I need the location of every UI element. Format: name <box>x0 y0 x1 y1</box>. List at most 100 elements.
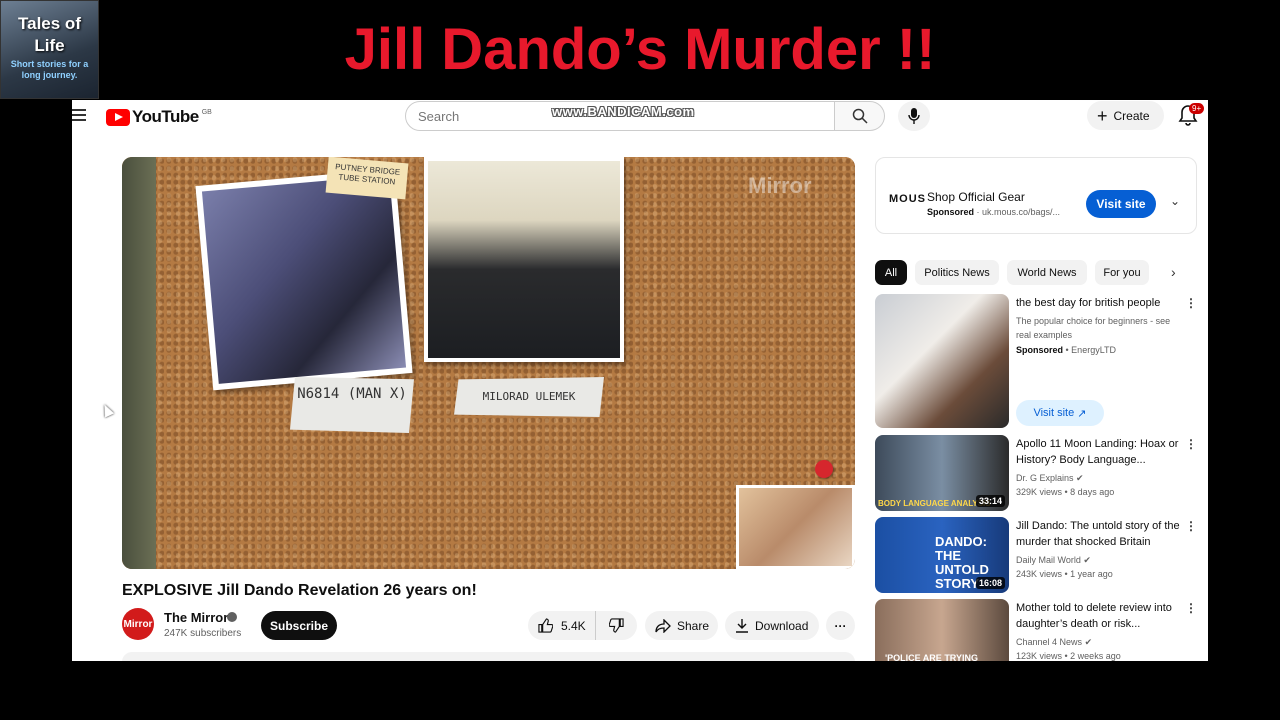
video-thumbnail[interactable]: BODY LANGUAGE ANALYSIS 33:14 <box>875 435 1009 511</box>
visit-site-label: Visit site <box>1033 407 1075 419</box>
advertiser-logo: MOUS <box>889 193 926 205</box>
rec-title[interactable]: Apollo 11 Moon Landing: Hoax or History?… <box>1016 436 1186 468</box>
video-player[interactable]: PUTNEY BRIDGE TUBE STATION N6814 (MAN X)… <box>122 157 855 569</box>
rec-channel: Channel 4 News ✔ <box>1016 635 1092 649</box>
duration-badge: 33:14 <box>975 495 1005 507</box>
like-button[interactable]: 5.4K <box>528 611 596 640</box>
voice-search-button[interactable] <box>898 101 930 131</box>
like-count: 5.4K <box>561 618 586 633</box>
rec-title[interactable]: the best day for british people <box>1016 295 1186 311</box>
download-label: Download <box>755 618 809 633</box>
ad-card[interactable]: MOUS Shop Official Gear Sponsored · uk.m… <box>875 157 1197 234</box>
ad-sponsored-line: Sponsored · uk.mous.co/bags/... <box>927 207 1061 217</box>
chevron-right-icon[interactable]: › <box>1171 264 1176 280</box>
rec-channel: Daily Mail World ✔ <box>1016 553 1091 567</box>
more-options-icon[interactable]: ⋮ <box>1185 519 1197 533</box>
rec-visit-site-button[interactable]: Visit site ↗ <box>1016 400 1104 426</box>
recommendation-item[interactable]: DANDO: THE UNTOLD STORY 16:08 Jill Dando… <box>875 517 1205 593</box>
rec-stats: 329K views • 8 days ago <box>1016 487 1115 497</box>
rec-channel-name: Dr. G Explains <box>1016 473 1074 483</box>
download-button[interactable]: Download <box>725 611 819 640</box>
youtube-play-icon <box>106 108 130 126</box>
recommendation-item[interactable]: 'POLICE ARE TRYING Mother told to delete… <box>875 599 1205 661</box>
rec-title[interactable]: Jill Dando: The untold story of the murd… <box>1016 518 1186 550</box>
push-pin-icon <box>815 460 833 478</box>
external-link-icon: ↗ <box>1077 407 1087 420</box>
search-icon <box>852 108 868 124</box>
plus-icon: + <box>1097 105 1108 126</box>
create-label: Create <box>1113 108 1150 123</box>
channel-name[interactable]: The Mirror <box>164 610 228 625</box>
recommendation-ad[interactable]: the best day for british people The popu… <box>875 294 1205 430</box>
chip-world-news[interactable]: World News <box>1007 260 1087 285</box>
more-options-icon[interactable]: ⋮ <box>1185 601 1197 615</box>
thumbnail-caption: BODY LANGUAGE ANALYSIS <box>878 499 991 508</box>
more-actions-icon[interactable]: ··· <box>826 611 855 640</box>
label-ulemek: MILORAD ULEMEK <box>454 377 604 417</box>
chip-politics-news[interactable]: Politics News <box>915 260 999 285</box>
search-input[interactable] <box>406 102 834 130</box>
chevron-down-icon[interactable]: ⌄ <box>1170 194 1180 208</box>
chip-for-you[interactable]: For you <box>1095 260 1149 285</box>
subscribe-button[interactable]: Subscribe <box>261 611 337 640</box>
rec-stats: 123K views • 2 weeks ago <box>1016 651 1121 661</box>
overlay-headline: Jill Dando’s Murder !! <box>344 17 936 82</box>
filter-chips: All Politics News World News For you › <box>875 260 1197 285</box>
advertiser-name: • EnergyLTD <box>1065 345 1117 355</box>
dislike-button[interactable] <box>596 618 636 633</box>
sponsored-label: Sponsored <box>927 207 975 217</box>
more-options-icon[interactable]: ⋮ <box>1185 296 1197 310</box>
pinned-photo-soldier <box>424 157 624 362</box>
download-icon <box>736 619 748 633</box>
rec-channel: Dr. G Explains ✔ <box>1016 471 1084 485</box>
region-code: GB <box>201 108 212 116</box>
rec-title[interactable]: Mother told to delete review into daught… <box>1016 600 1186 632</box>
create-button[interactable]: + Create <box>1087 101 1164 130</box>
youtube-wordmark: YouTube <box>132 107 199 126</box>
mirror-watermark: Mirror <box>748 173 812 198</box>
ad-thumbnail[interactable] <box>875 294 1009 428</box>
rec-ad-sponsor: Sponsored • EnergyLTD <box>1016 343 1116 357</box>
ad-title: Shop Official Gear <box>927 190 1025 204</box>
ad-url: uk.mous.co/bags/... <box>982 207 1061 217</box>
recommendation-item[interactable]: BODY LANGUAGE ANALYSIS 33:14 Apollo 11 M… <box>875 435 1205 511</box>
sponsored-label: Sponsored <box>1016 345 1064 355</box>
youtube-logo[interactable]: YouTube GB <box>106 107 212 127</box>
verified-icon <box>227 612 237 622</box>
video-thumbnail[interactable]: DANDO: THE UNTOLD STORY 16:08 <box>875 517 1009 593</box>
share-button[interactable]: Share <box>645 611 718 640</box>
video-title: EXPLOSIVE Jill Dando Revelation 26 years… <box>122 582 477 599</box>
subscriber-count: 247K subscribers <box>164 628 242 639</box>
thumbs-down-icon <box>608 618 624 633</box>
more-options-icon[interactable]: ⋮ <box>1185 437 1197 451</box>
station-tag: PUTNEY BRIDGE TUBE STATION <box>325 157 409 200</box>
like-dislike-group: 5.4K <box>528 611 637 640</box>
share-label: Share <box>677 618 710 633</box>
screen: Tales of Life Short stories for a long j… <box>0 0 1280 720</box>
search-button[interactable] <box>835 101 885 131</box>
microphone-icon <box>908 108 920 124</box>
rec-ad-description: The popular choice for beginners - see r… <box>1016 316 1171 340</box>
chip-all[interactable]: All <box>875 260 907 285</box>
verified-icon: ✔ <box>1084 637 1093 647</box>
youtube-window: YouTube GB www.BANDICAM.com + Create 9+ … <box>72 100 1208 661</box>
verified-icon: ✔ <box>1083 555 1091 565</box>
menu-icon[interactable] <box>72 109 86 121</box>
rec-channel-name: Daily Mail World <box>1016 555 1081 565</box>
pinned-photo-suspect <box>195 168 413 391</box>
thumbs-up-icon <box>538 618 553 633</box>
notification-count-badge: 9+ <box>1189 103 1205 114</box>
video-edge-strip <box>122 157 156 569</box>
verified-icon: ✔ <box>1076 473 1084 483</box>
video-thumbnail[interactable]: 'POLICE ARE TRYING <box>875 599 1009 661</box>
channel-avatar[interactable]: Mirror <box>122 608 154 640</box>
corner-photo <box>736 485 855 569</box>
ad-visit-site-button[interactable]: Visit site <box>1086 190 1156 218</box>
description-box[interactable] <box>122 652 855 661</box>
share-icon <box>655 618 671 633</box>
label-n6814: N6814 (MAN X) <box>290 377 414 433</box>
search-box <box>405 101 835 131</box>
rec-channel-name: Channel 4 News <box>1016 637 1083 647</box>
thumbnail-caption: 'POLICE ARE TRYING <box>885 653 978 661</box>
duration-badge: 16:08 <box>975 577 1005 589</box>
